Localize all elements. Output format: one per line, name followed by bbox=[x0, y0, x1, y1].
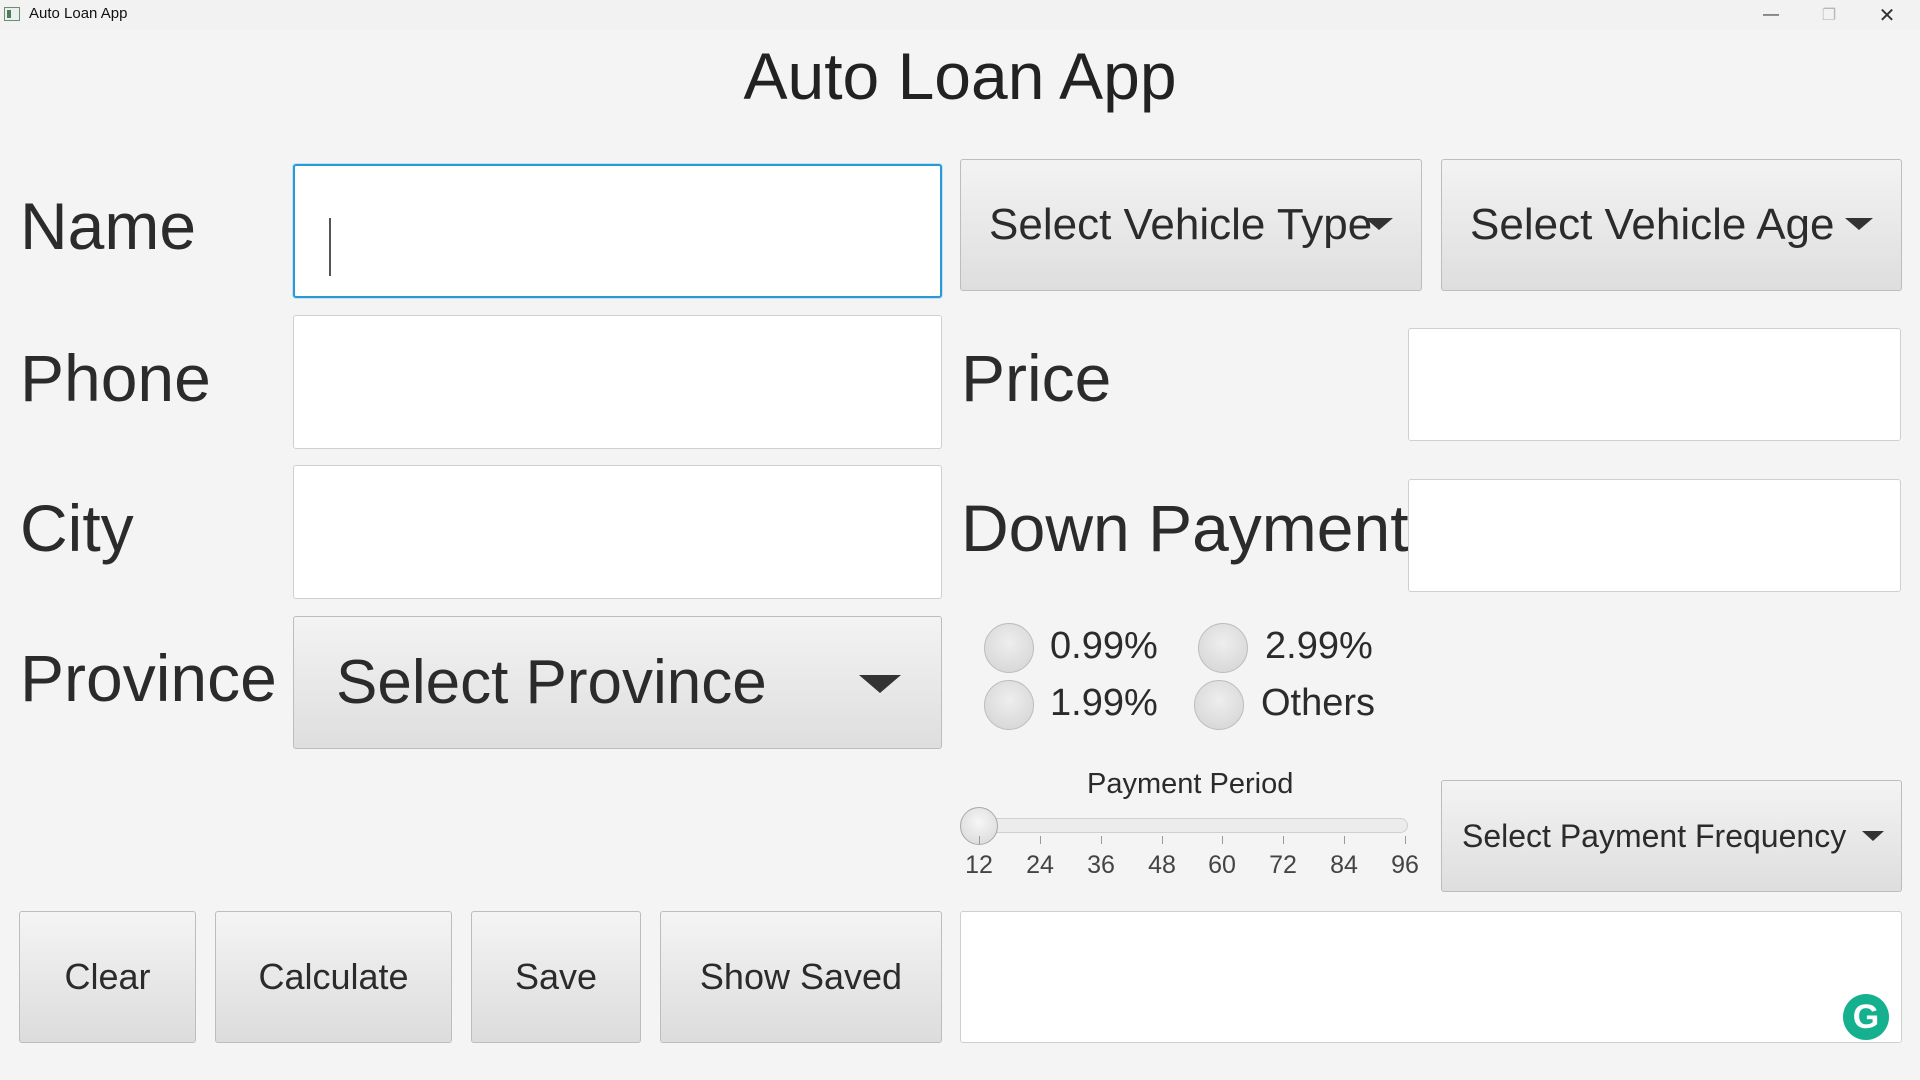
slider-tick bbox=[1344, 836, 1345, 844]
slider-tick-label: 24 bbox=[1026, 851, 1054, 879]
window-title: Auto Loan App bbox=[29, 5, 128, 22]
rate-label-2-99: 2.99% bbox=[1265, 625, 1373, 667]
maximize-icon[interactable]: ❐ bbox=[1800, 0, 1858, 30]
slider-tick-label: 48 bbox=[1148, 851, 1176, 879]
rate-label-0-99: 0.99% bbox=[1050, 625, 1158, 667]
text-caret bbox=[329, 218, 331, 276]
vehicle-type-select-label: Select Vehicle Type bbox=[989, 200, 1373, 249]
calculate-button[interactable]: Calculate bbox=[215, 911, 452, 1043]
name-label: Name bbox=[20, 189, 197, 263]
slider-tick-label: 72 bbox=[1269, 851, 1297, 879]
show-saved-button[interactable]: Show Saved bbox=[660, 911, 942, 1043]
phone-field[interactable] bbox=[293, 315, 942, 449]
slider-tick-label: 96 bbox=[1391, 851, 1419, 879]
window-title-bar bbox=[0, 0, 1920, 30]
clear-button[interactable]: Clear bbox=[19, 911, 196, 1043]
rate-radio-2-99[interactable] bbox=[1198, 623, 1248, 673]
app-window-icon bbox=[4, 7, 20, 21]
vehicle-type-select[interactable]: Select Vehicle Type bbox=[960, 159, 1422, 291]
chevron-down-icon bbox=[1862, 831, 1884, 841]
page-title: Auto Loan App bbox=[743, 39, 1177, 113]
slider-tick bbox=[1222, 836, 1223, 844]
slider-tick bbox=[1162, 836, 1163, 844]
city-field[interactable] bbox=[293, 465, 942, 599]
payment-frequency-select-label: Select Payment Frequency bbox=[1462, 817, 1847, 854]
city-label: City bbox=[20, 491, 134, 565]
rate-radio-others[interactable] bbox=[1194, 680, 1244, 730]
slider-tick bbox=[1101, 836, 1102, 844]
grammarly-icon[interactable]: G bbox=[1843, 994, 1889, 1040]
save-button[interactable]: Save bbox=[471, 911, 641, 1043]
result-output-area[interactable] bbox=[960, 911, 1902, 1043]
close-icon[interactable]: ✕ bbox=[1858, 0, 1916, 30]
slider-tick-label: 60 bbox=[1208, 851, 1236, 879]
vehicle-age-select-label: Select Vehicle Age bbox=[1470, 200, 1835, 249]
payment-period-slider[interactable] bbox=[963, 818, 1408, 833]
rate-label-others: Others bbox=[1261, 682, 1376, 724]
payment-frequency-select[interactable]: Select Payment Frequency bbox=[1441, 780, 1902, 892]
province-label: Province bbox=[20, 641, 277, 715]
slider-tick bbox=[979, 836, 980, 844]
minimize-icon[interactable]: — bbox=[1742, 0, 1800, 30]
slider-tick bbox=[1040, 836, 1041, 844]
payment-period-label: Payment Period bbox=[1087, 768, 1294, 800]
chevron-down-icon bbox=[1365, 218, 1393, 230]
phone-label: Phone bbox=[20, 341, 211, 415]
slider-tick-label: 36 bbox=[1087, 851, 1115, 879]
down-payment-label: Down Payment bbox=[961, 491, 1409, 565]
slider-tick-label: 84 bbox=[1330, 851, 1358, 879]
chevron-down-icon bbox=[1845, 218, 1873, 230]
province-select-label: Select Province bbox=[336, 648, 767, 717]
slider-tick-label: 12 bbox=[965, 851, 993, 879]
down-payment-field[interactable] bbox=[1408, 479, 1901, 592]
name-field[interactable] bbox=[293, 164, 942, 298]
vehicle-age-select[interactable]: Select Vehicle Age bbox=[1441, 159, 1902, 291]
price-label: Price bbox=[961, 341, 1112, 415]
slider-tick bbox=[1405, 836, 1406, 844]
province-select[interactable]: Select Province bbox=[293, 616, 942, 749]
price-field[interactable] bbox=[1408, 328, 1901, 441]
slider-tick bbox=[1283, 836, 1284, 844]
rate-radio-1-99[interactable] bbox=[984, 680, 1034, 730]
rate-label-1-99: 1.99% bbox=[1050, 682, 1158, 724]
rate-radio-0-99[interactable] bbox=[984, 623, 1034, 673]
chevron-down-icon bbox=[859, 675, 901, 693]
